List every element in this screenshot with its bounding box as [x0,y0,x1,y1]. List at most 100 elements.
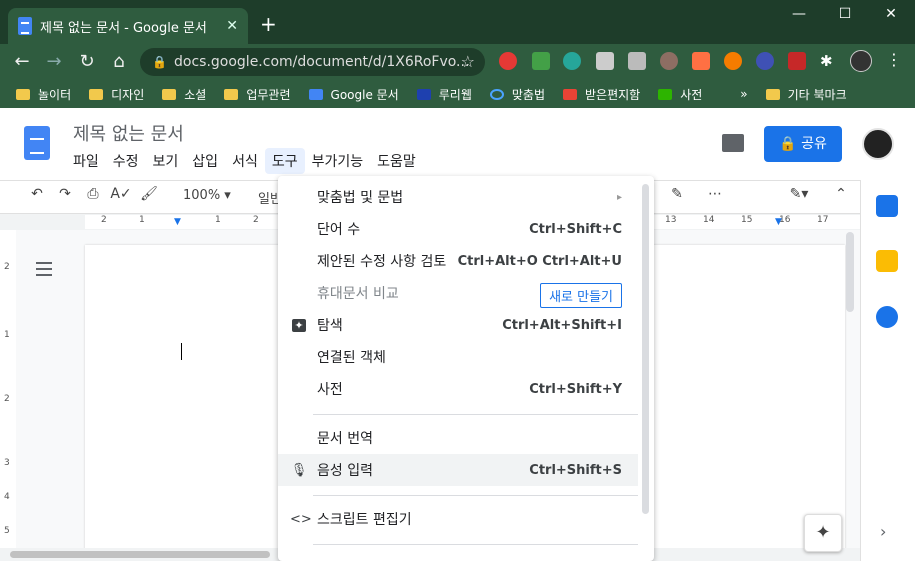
menu-edit[interactable]: 수정 [106,148,146,174]
menu-item-word-count[interactable]: 단어 수 Ctrl+Shift+C [278,213,638,245]
text-cursor [181,343,182,360]
other-bookmarks[interactable]: 기타 북마크 [765,86,847,103]
bookmarks-overflow-button[interactable]: » [740,87,747,101]
menu-tools[interactable]: 도구 [264,148,305,174]
explore-button[interactable]: ✦ [804,514,842,552]
keep-icon[interactable] [876,250,898,272]
menu-scrollbar[interactable] [642,184,649,514]
folder-icon [224,88,239,100]
browser-menu-icon[interactable]: ⋮ [886,50,902,69]
microphone-icon: 🎙 [290,462,308,478]
bookmark-star-icon[interactable]: ☆ [461,48,475,76]
bookmark-item[interactable]: 놀이터 [16,86,71,103]
menu-item-explore[interactable]: ✦ 탐색 Ctrl+Alt+Shift+I [278,309,638,341]
print-icon[interactable]: ⎙ [82,186,104,202]
new-button[interactable]: 새로 만들기 [540,283,622,308]
menu-item-dictionary[interactable]: 사전 Ctrl+Shift+Y [278,373,638,405]
browser-tab[interactable]: 제목 없는 문서 - Google 문서 ✕ [8,8,248,44]
profile-avatar[interactable] [850,50,872,72]
menu-item-script-editor[interactable]: <> 스크립트 편집기 [278,503,638,535]
zoom-select[interactable]: 100% ▾ [183,188,231,203]
extension-icon[interactable] [596,52,614,70]
editing-mode-icon[interactable]: ✎▾ [784,186,814,202]
dictionary-icon [658,88,673,100]
extension-icon[interactable] [788,52,806,70]
close-window-icon[interactable]: ✕ [876,6,906,28]
left-indent-marker[interactable]: ▼ [174,217,181,227]
url-text: docs.google.com/document/d/1X6RoFvo... [174,54,470,70]
menu-format[interactable]: 서식 [225,148,265,174]
undo-icon[interactable]: ↶ [26,186,48,202]
bookmark-item[interactable]: 루리웹 [416,86,472,103]
document-title[interactable]: 제목 없는 문서 [73,120,184,146]
menu-item-voice-typing[interactable]: 🎙 음성 입력 Ctrl+Shift+S [278,454,638,486]
bookmark-item[interactable]: Google 문서 [308,86,399,103]
calendar-icon[interactable] [876,195,898,217]
spellcheck-icon[interactable]: A✓ [110,186,132,202]
side-panel [860,180,915,561]
tab-title: 제목 없는 문서 - Google 문서 [40,20,207,36]
address-bar[interactable]: 🔒 docs.google.com/document/d/1X6RoFvo...… [140,48,485,76]
bookmark-item[interactable]: 디자인 [89,86,144,103]
extension-icon[interactable] [563,52,581,70]
bookmark-item[interactable]: 업무관련 [224,86,291,103]
new-tab-button[interactable]: + [260,12,277,36]
folder-icon [162,88,177,100]
home-icon[interactable]: ⌂ [107,50,131,74]
menu-item-translate-document[interactable]: 문서 번역 [278,422,638,454]
folder-icon [765,88,780,100]
extension-icon[interactable] [628,52,646,70]
share-button[interactable]: 🔒 공유 [764,126,842,162]
menu-file[interactable]: 파일 [66,148,106,174]
chevron-right-icon[interactable]: › [880,522,886,541]
bookmark-item[interactable]: 사전 [658,86,702,103]
spellcheck-icon [489,88,504,100]
menu-separator [313,414,638,415]
extension-icon[interactable] [756,52,774,70]
bookmarks-bar: 놀이터 디자인 소셜 업무관련 Google 문서 루리웹 맞춤법 받은편지함 … [0,80,915,108]
comment-icon[interactable] [722,134,744,152]
maximize-icon[interactable]: ☐ [830,6,860,28]
explore-icon: ✦ [292,318,306,332]
tasks-icon[interactable] [876,306,898,328]
extensions-puzzle-icon[interactable]: ✱ [820,52,838,70]
extension-icon[interactable] [499,52,517,70]
reload-icon[interactable]: ↻ [75,50,99,74]
extension-icon[interactable] [692,52,710,70]
google-docs-icon [18,17,32,35]
folder-icon [89,88,104,100]
document-outline-icon[interactable] [36,262,52,276]
bookmark-item[interactable]: 소셜 [162,86,206,103]
google-docs-icon [308,88,323,100]
back-icon[interactable]: ← [10,50,34,74]
menu-item-review-suggestions[interactable]: 제안된 수정 사항 검토 Ctrl+Alt+O Ctrl+Alt+U [278,245,638,277]
more-icon[interactable]: ⋯ [704,186,726,202]
close-tab-icon[interactable]: ✕ [226,18,238,34]
menu-addons[interactable]: 부가기능 [305,148,371,174]
bookmark-item[interactable]: 맞춤법 [489,86,545,103]
menu-separator [313,544,638,545]
forward-icon[interactable]: → [42,50,66,74]
menu-item-linked-objects[interactable]: 연결된 객체 [278,341,638,373]
lock-icon: 🔒 [779,136,802,152]
highlight-icon[interactable]: ✎ [666,186,688,202]
extension-icon[interactable] [660,52,678,70]
menu-insert[interactable]: 삽입 [185,148,225,174]
menu-item-spelling-grammar[interactable]: 맞춤법 및 문법 ▸ [278,181,638,213]
redo-icon[interactable]: ↷ [54,186,76,202]
code-icon: <> [290,511,312,527]
vertical-scrollbar[interactable] [846,232,854,312]
right-indent-marker[interactable]: ▼ [775,217,782,227]
account-avatar[interactable] [862,128,894,160]
minimize-icon[interactable]: — [784,6,814,28]
menu-view[interactable]: 보기 [146,148,186,174]
paint-format-icon[interactable]: 🖌 [138,186,160,202]
extension-icon[interactable] [532,52,550,70]
collapse-icon[interactable]: ⌃ [830,186,852,202]
menu-help[interactable]: 도움말 [370,148,423,174]
gmail-icon [562,88,577,100]
google-docs-logo-icon[interactable] [24,126,50,160]
bookmark-item[interactable]: 받은편지함 [562,86,640,103]
menubar: 파일 수정 보기 삽입 서식 도구 부가기능 도움말 [66,148,423,174]
extension-icon[interactable] [724,52,742,70]
